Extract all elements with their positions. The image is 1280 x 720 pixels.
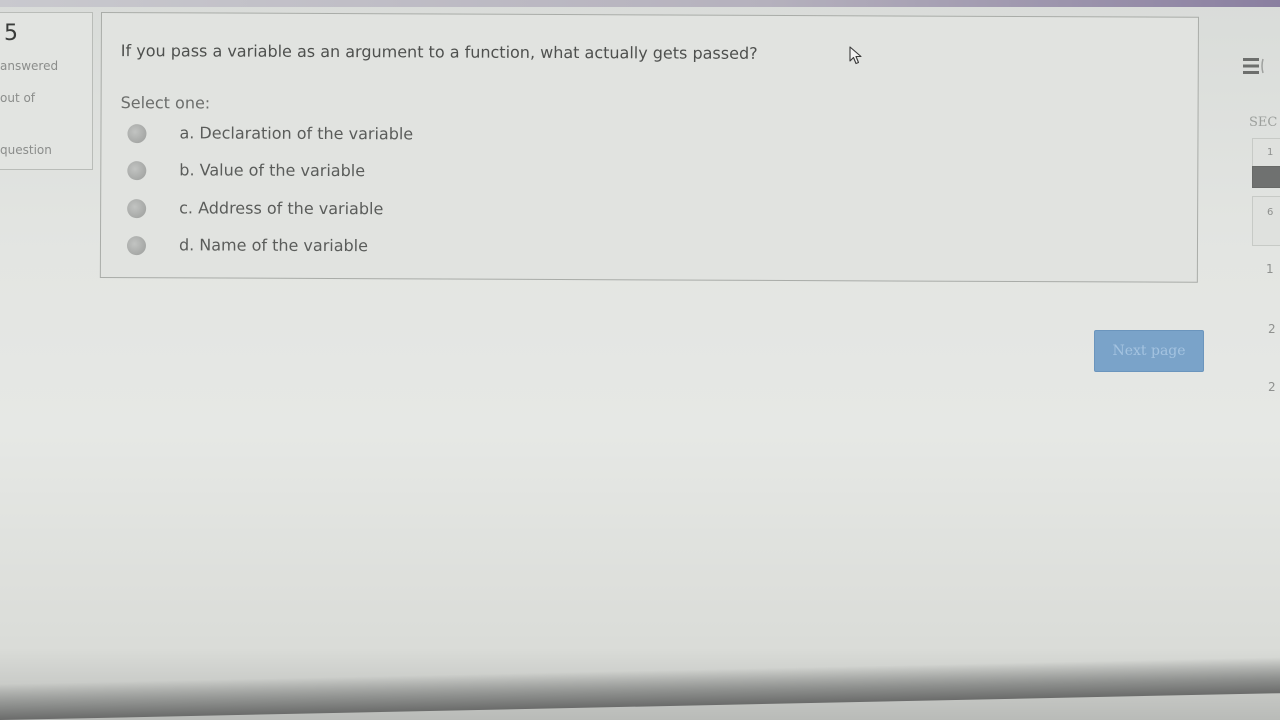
radio-button-icon[interactable] [127, 161, 147, 181]
question-marks: out of [0, 91, 36, 105]
answer-option-d[interactable]: d. Name of the variable [126, 233, 727, 260]
screen-bottom-edge [0, 657, 1280, 720]
option-label: b. Value of the variable [179, 160, 366, 181]
question-number: 5 [4, 21, 18, 46]
flag-question-label: question [0, 143, 52, 157]
option-label: c. Address of the variable [179, 198, 384, 219]
select-one-label: Select one: [120, 93, 211, 113]
quiz-nav-tile-current[interactable] [1252, 166, 1280, 188]
top-strip [0, 0, 1280, 7]
question-panel: If you pass a variable as an argument to… [99, 12, 1199, 283]
quiz-nav-section-label: SEC [1249, 115, 1278, 130]
quiz-nav-number[interactable]: 2 [1268, 322, 1276, 336]
quiz-nav-tile[interactable]: 1 [1252, 138, 1280, 168]
answer-option-b[interactable]: b. Value of the variable [127, 158, 727, 185]
question-status: answered [0, 59, 59, 73]
quiz-nav-number[interactable]: 1 [1266, 262, 1274, 276]
quiz-nav-tile[interactable]: 6 [1252, 196, 1280, 246]
radio-button-icon[interactable] [126, 236, 147, 256]
question-info-block: 5 answered out of question [0, 12, 93, 170]
hamburger-icon[interactable] [1243, 55, 1265, 77]
quiz-nav-number[interactable]: 2 [1268, 380, 1276, 394]
radio-button-icon[interactable] [127, 124, 147, 144]
mouse-pointer-icon [849, 46, 862, 65]
question-text: If you pass a variable as an argument to… [120, 41, 758, 63]
radio-button-icon[interactable] [127, 199, 147, 219]
option-label: a. Declaration of the variable [179, 123, 414, 144]
answer-option-a[interactable]: a. Declaration of the variable [127, 121, 727, 148]
next-page-button[interactable]: Next page [1094, 330, 1204, 372]
option-label: d. Name of the variable [178, 235, 369, 256]
answer-option-c[interactable]: c. Address of the variable [127, 196, 727, 223]
